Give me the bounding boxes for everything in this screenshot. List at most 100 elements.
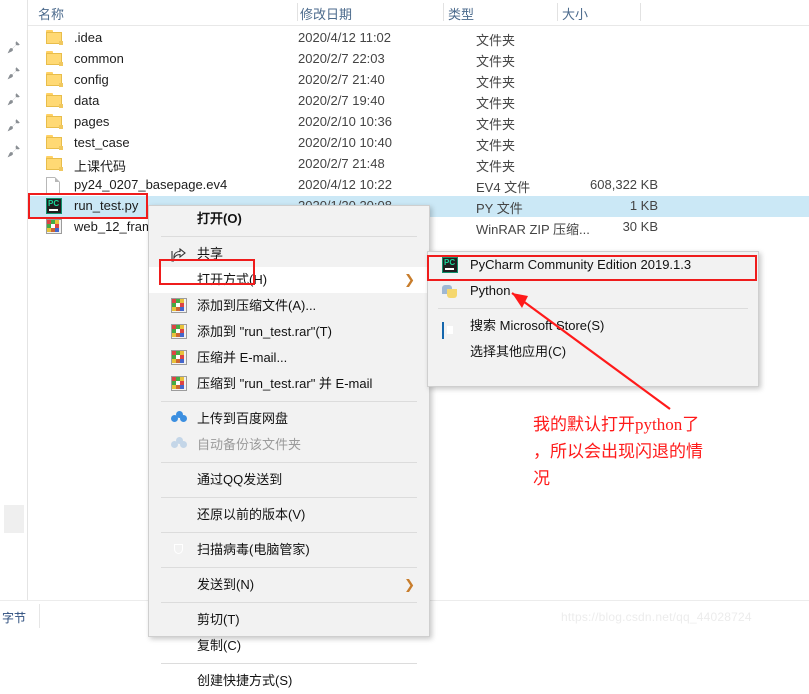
status-divider — [39, 604, 40, 628]
menu-separator — [161, 663, 417, 664]
submenu-item-label: 搜索 Microsoft Store(S) — [470, 318, 605, 333]
menu-item-copy[interactable]: 复制(C) — [149, 633, 429, 659]
submenu-item-choose-another-app[interactable]: 选择其他应用(C) — [428, 339, 758, 365]
file-date: 2020/2/10 10:40 — [298, 135, 392, 150]
menu-item-send-via-qq[interactable]: 通过QQ发送到 — [149, 467, 429, 493]
menu-item-compress-email[interactable]: 压缩并 E-mail... — [149, 345, 429, 371]
menu-item-auto-backup: 自动备份该文件夹 — [149, 432, 429, 458]
menu-item-restore-previous-versions[interactable]: 还原以前的版本(V) — [149, 502, 429, 528]
annotation-text: 我的默认打开python了 ，所以会出现闪退的情 况 — [533, 411, 723, 492]
menu-separator — [161, 497, 417, 498]
document-icon — [46, 177, 63, 194]
python-icon — [442, 283, 458, 299]
menu-item-compress-to-rar-email[interactable]: 压缩到 "run_test.rar" 并 E-mail — [149, 371, 429, 397]
file-type: 文件夹 — [476, 96, 516, 111]
annotation-line-2: ，所以会出现闪退的情 — [533, 442, 703, 461]
submenu-item-python[interactable]: Python — [428, 278, 758, 304]
file-name: 上课代码 — [74, 159, 127, 174]
annotation-line-1: 我的默认打开python了 — [533, 415, 700, 434]
menu-item-label: 创建快捷方式(S) — [197, 673, 293, 688]
menu-item-add-to-rar[interactable]: 添加到 "run_test.rar"(T) — [149, 319, 429, 345]
menu-separator — [161, 602, 417, 603]
file-name: data — [74, 93, 100, 108]
folder-icon — [46, 93, 63, 110]
pin-icon[interactable] — [7, 118, 21, 132]
submenu-item-label: 选择其他应用(C) — [470, 344, 567, 359]
menu-item-cut[interactable]: 剪切(T) — [149, 607, 429, 633]
menu-separator — [161, 462, 417, 463]
scroll-thumb[interactable] — [4, 505, 24, 533]
table-row[interactable]: common 2020/2/7 22:03 文件夹 — [28, 49, 809, 70]
chevron-right-icon: ❯ — [404, 272, 415, 287]
file-date: 2020/2/7 19:40 — [298, 93, 385, 108]
watermark: https://blog.csdn.net/qq_44028724 — [561, 610, 752, 624]
menu-separator — [161, 567, 417, 568]
file-date: 2020/2/7 22:03 — [298, 51, 385, 66]
cloud-icon — [171, 437, 187, 453]
table-row[interactable]: .idea 2020/4/12 11:02 文件夹 — [28, 28, 809, 49]
menu-item-scan-virus[interactable]: 扫描病毒(电脑管家) — [149, 537, 429, 563]
shield-icon — [171, 542, 187, 558]
winrar-icon — [46, 219, 63, 236]
folder-icon — [46, 72, 63, 89]
menu-item-label: 上传到百度网盘 — [197, 411, 289, 426]
column-header-size[interactable]: 大小 — [562, 4, 588, 23]
folder-icon — [46, 135, 63, 152]
menu-item-send-to[interactable]: 发送到(N) ❯ — [149, 572, 429, 598]
file-type: 文件夹 — [476, 117, 516, 132]
folder-icon — [46, 156, 63, 173]
header-rule — [28, 25, 809, 26]
file-type: 文件夹 — [476, 75, 516, 90]
menu-item-label: 剪切(T) — [197, 612, 240, 627]
file-type: 文件夹 — [476, 33, 516, 48]
menu-separator — [161, 401, 417, 402]
column-divider[interactable] — [640, 3, 641, 21]
annotation-box-open-with — [159, 259, 255, 285]
file-name: config — [74, 72, 109, 87]
menu-item-add-to-archive[interactable]: 添加到压缩文件(A)... — [149, 293, 429, 319]
menu-item-upload-baidu[interactable]: 上传到百度网盘 — [149, 406, 429, 432]
folder-icon — [46, 30, 63, 47]
column-divider[interactable] — [443, 3, 444, 21]
cloud-icon — [171, 411, 187, 427]
chevron-right-icon: ❯ — [404, 577, 415, 592]
column-header-date[interactable]: 修改日期 — [300, 4, 352, 23]
menu-separator — [161, 236, 417, 237]
winrar-icon — [171, 350, 187, 366]
file-name: pages — [74, 114, 110, 129]
file-date: 2020/2/7 21:40 — [298, 72, 385, 87]
menu-item-label: 添加到压缩文件(A)... — [197, 298, 317, 313]
file-name: py24_0207_basepage.ev4 — [74, 177, 228, 192]
column-divider[interactable] — [297, 3, 298, 21]
table-row[interactable]: 上课代码 2020/2/7 21:48 文件夹 — [28, 154, 809, 175]
pin-icon[interactable] — [7, 92, 21, 106]
file-date: 2020/2/10 10:36 — [298, 114, 392, 129]
submenu-item-search-store[interactable]: 搜索 Microsoft Store(S) — [428, 313, 758, 339]
winrar-icon — [171, 376, 187, 392]
table-row[interactable]: config 2020/2/7 21:40 文件夹 — [28, 70, 809, 91]
table-row[interactable]: test_case 2020/2/10 10:40 文件夹 — [28, 133, 809, 154]
pin-icon[interactable] — [7, 40, 21, 54]
file-date: 2020/4/12 10:22 — [298, 177, 392, 192]
column-header-type[interactable]: 类型 — [448, 4, 474, 23]
store-icon — [442, 318, 458, 339]
file-name: common — [74, 51, 124, 66]
pin-icon[interactable] — [7, 144, 21, 158]
file-type: 文件夹 — [476, 138, 516, 153]
menu-separator — [161, 532, 417, 533]
file-date: 2020/4/12 11:02 — [298, 30, 392, 45]
menu-item-create-shortcut[interactable]: 创建快捷方式(S) — [149, 668, 429, 694]
table-row[interactable]: pages 2020/2/10 10:36 文件夹 — [28, 112, 809, 133]
file-date: 2020/2/7 21:48 — [298, 156, 385, 171]
folder-icon — [46, 51, 63, 68]
menu-item-label: 通过QQ发送到 — [197, 472, 283, 487]
file-type: 文件夹 — [476, 54, 516, 69]
column-divider[interactable] — [557, 3, 558, 21]
pin-icon[interactable] — [7, 66, 21, 80]
menu-separator — [438, 308, 748, 309]
table-row[interactable]: data 2020/2/7 19:40 文件夹 — [28, 91, 809, 112]
menu-item-label: 自动备份该文件夹 — [197, 437, 302, 452]
menu-item-label: 压缩到 "run_test.rar" 并 E-mail — [197, 376, 373, 391]
menu-item-open[interactable]: 打开(O) — [149, 206, 429, 232]
column-header-name[interactable]: 名称 — [38, 4, 64, 23]
